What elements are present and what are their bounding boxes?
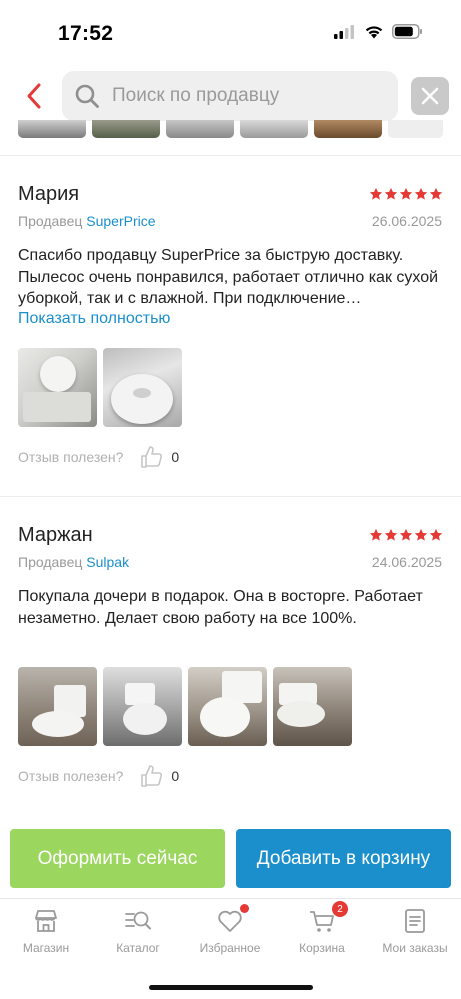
review-photo[interactable]	[273, 667, 352, 746]
thumbs-up-icon	[141, 446, 163, 468]
review-photo[interactable]	[103, 667, 182, 746]
rating-stars	[369, 528, 443, 542]
search-icon	[74, 83, 100, 109]
seller-line: Продавец Sulpak	[18, 554, 129, 570]
shop-icon	[32, 907, 60, 935]
star-icon	[429, 187, 443, 200]
status-time: 17:52	[58, 22, 114, 45]
seller-link[interactable]: SuperPrice	[86, 213, 155, 229]
review-text: Спасибо продавцу SuperPrice за быструю д…	[18, 247, 439, 307]
star-icon	[369, 187, 383, 200]
tab-label: Мои заказы	[382, 941, 448, 955]
review-date: 26.06.2025	[371, 213, 442, 229]
tab-label: Каталог	[116, 941, 160, 955]
search-box[interactable]	[62, 71, 398, 121]
tab-my-orders[interactable]: Мои заказы	[369, 907, 461, 967]
review-card: Мария Продавец SuperPrice 26.06.2025 Спа…	[0, 156, 461, 496]
cart-icon: 2	[308, 901, 348, 935]
status-icons	[334, 24, 423, 39]
tab-catalog[interactable]: Каталог	[92, 907, 184, 967]
bottom-tab-bar: Магазин Каталог Избранное 2 Корзина Мои …	[0, 898, 461, 999]
battery-icon	[392, 24, 422, 39]
home-indicator	[149, 985, 313, 990]
tab-label: Магазин	[22, 941, 70, 955]
seller-prefix: Продавец	[18, 213, 83, 229]
star-icon	[384, 187, 398, 200]
show-more-link[interactable]: Показать полностью	[18, 310, 170, 328]
review-photo[interactable]	[103, 348, 182, 427]
helpful-row: Отзыв полезен? 0	[18, 763, 179, 789]
star-icon	[414, 187, 428, 200]
like-count: 0	[171, 449, 180, 465]
seller-prefix: Продавец	[18, 554, 83, 570]
search-input[interactable]	[112, 85, 372, 107]
catalog-icon	[124, 907, 152, 935]
notification-dot	[240, 904, 249, 913]
star-icon	[369, 528, 383, 541]
star-icon	[429, 528, 443, 541]
helpful-label: Отзыв полезен?	[18, 768, 124, 784]
tab-label: Корзина	[299, 941, 345, 955]
close-icon	[421, 87, 439, 105]
clear-search-button[interactable]	[411, 77, 449, 115]
thumbs-up-icon	[141, 765, 163, 787]
photo-thumbnail[interactable]	[314, 120, 382, 138]
helpful-label: Отзыв полезен?	[18, 449, 124, 465]
review-text: Покупала дочери в подарок. Она в восторг…	[18, 588, 423, 627]
photo-thumbnail[interactable]	[240, 120, 308, 138]
reviewer-name: Маржан	[18, 524, 93, 546]
add-to-cart-button[interactable]: Добавить в корзину	[236, 829, 451, 888]
back-button[interactable]	[14, 76, 54, 116]
photo-thumbnail[interactable]	[92, 120, 160, 138]
cart-badge: 2	[332, 901, 348, 917]
tab-cart[interactable]: 2 Корзина	[276, 901, 368, 967]
seller-line: Продавец SuperPrice	[18, 213, 156, 229]
tab-shop[interactable]: Магазин	[0, 907, 92, 967]
tab-label: Избранное	[199, 941, 261, 955]
review-date: 24.06.2025	[371, 554, 442, 570]
review-photo[interactable]	[18, 348, 97, 427]
action-bar: Оформить сейчас Добавить в корзину	[0, 812, 461, 900]
photo-thumbnail[interactable]	[166, 120, 234, 138]
review-photos	[18, 667, 352, 746]
review-photo[interactable]	[18, 667, 97, 746]
star-icon	[384, 528, 398, 541]
star-icon	[399, 528, 413, 541]
photo-thumbnail[interactable]	[18, 120, 86, 138]
search-header	[0, 66, 461, 126]
heart-icon	[216, 904, 249, 935]
tab-favorites[interactable]: Избранное	[184, 904, 276, 967]
orders-icon	[401, 907, 429, 935]
signal-icon	[334, 24, 354, 39]
review-card: Маржан Продавец Sulpak 24.06.2025 Покупа…	[0, 497, 461, 817]
status-bar: 17:52	[0, 0, 461, 66]
rating-stars	[369, 187, 443, 201]
reviewer-name: Мария	[18, 183, 80, 205]
seller-link[interactable]: Sulpak	[86, 554, 129, 570]
photo-thumbnail[interactable]	[388, 120, 443, 138]
chevron-left-icon	[27, 83, 41, 109]
like-button[interactable]	[139, 444, 165, 470]
like-count: 0	[171, 768, 180, 784]
review-photos	[18, 348, 182, 427]
helpful-row: Отзыв полезен? 0	[18, 444, 179, 470]
star-icon	[414, 528, 428, 541]
like-button[interactable]	[139, 763, 165, 789]
wifi-icon	[365, 26, 383, 39]
previous-photo-strip	[0, 120, 461, 140]
star-icon	[399, 187, 413, 200]
review-photo[interactable]	[188, 667, 267, 746]
checkout-now-button[interactable]: Оформить сейчас	[10, 829, 225, 888]
